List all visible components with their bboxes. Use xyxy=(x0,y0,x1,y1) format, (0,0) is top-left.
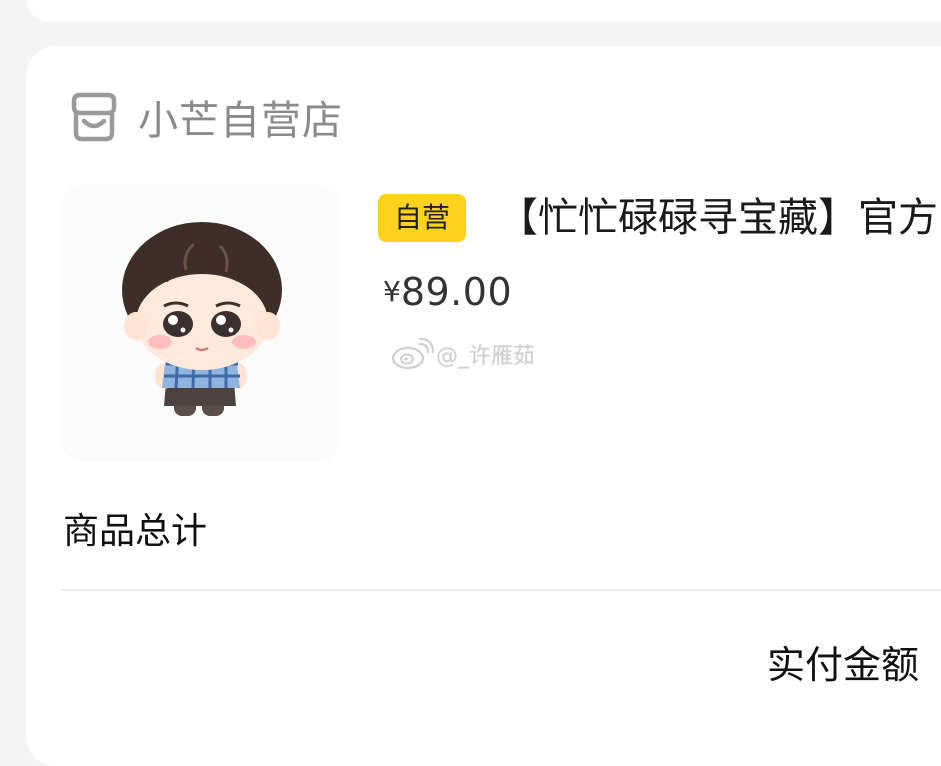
chibi-plush-doll-image xyxy=(122,222,282,416)
amount-paid-label: 实付金额 xyxy=(767,643,920,687)
store-icon xyxy=(71,92,117,142)
product-image[interactable] xyxy=(62,184,340,462)
product-title[interactable]: 【忙忙碌碌寻宝藏】官方 xyxy=(498,190,941,246)
watermark-text: @_许雁茹 xyxy=(436,344,536,370)
self-operated-badge: 自营 xyxy=(378,194,466,242)
price-currency: ¥ xyxy=(383,275,401,308)
divider xyxy=(62,589,941,591)
store-header[interactable]: 小芒自营店 xyxy=(66,88,343,146)
product-total-label: 商品总计 xyxy=(63,511,208,552)
store-name: 小芒自营店 xyxy=(138,98,343,144)
previous-card xyxy=(26,0,941,22)
product-price: ¥89.00 xyxy=(383,270,512,314)
weibo-icon xyxy=(391,338,434,370)
watermark: @_许雁茹 xyxy=(390,334,535,374)
price-amount: 89.00 xyxy=(400,270,513,314)
